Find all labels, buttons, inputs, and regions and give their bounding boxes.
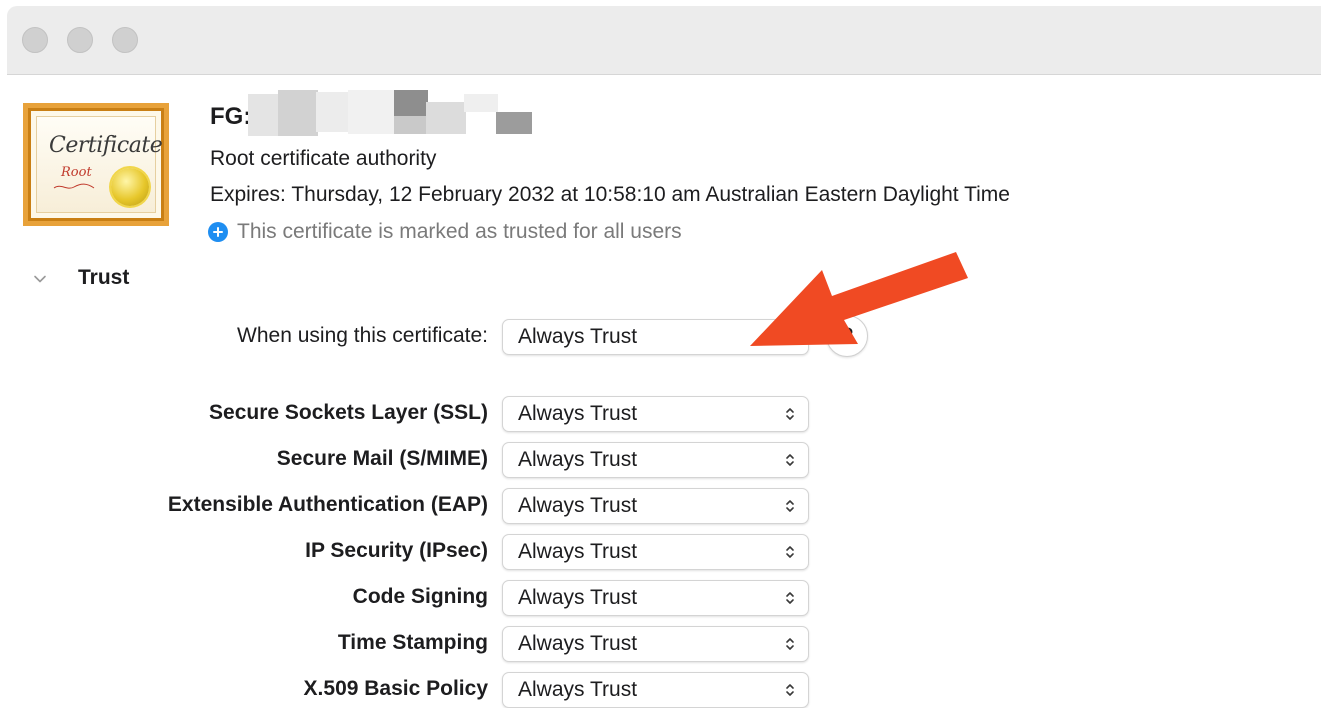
certificate-type: Root certificate authority — [210, 147, 437, 170]
trust-section-title: Trust — [78, 266, 130, 289]
certificate-expiry: Expires: Thursday, 12 February 2032 at 1… — [210, 183, 1010, 206]
policy-label: Time Stamping — [337, 631, 488, 654]
up-down-chevron-icon — [786, 638, 794, 650]
trust-status-text: This certificate is marked as trusted fo… — [237, 220, 682, 243]
close-window-button[interactable] — [22, 27, 48, 53]
policy-trust-select[interactable]: Always Trust — [502, 442, 809, 478]
policy-trust-select-value: Always Trust — [518, 494, 638, 517]
certificate-icon-root: Root — [61, 165, 92, 180]
redacted-name-block — [248, 90, 532, 138]
trust-section-toggle[interactable]: Trust — [32, 263, 129, 293]
trust-status-row: This certificate is marked as trusted fo… — [208, 219, 682, 245]
policy-trust-select[interactable]: Always Trust — [502, 580, 809, 616]
policy-trust-select-value: Always Trust — [518, 632, 638, 655]
policy-trust-select[interactable]: Always Trust — [502, 534, 809, 570]
up-down-chevron-icon — [786, 454, 794, 466]
up-down-chevron-icon — [786, 592, 794, 604]
up-down-chevron-icon — [786, 546, 794, 558]
when-using-select[interactable]: Always Trust — [502, 319, 809, 355]
policy-label: Code Signing — [352, 585, 488, 608]
certificate-flourish-icon — [53, 183, 95, 189]
policy-trust-select[interactable]: Always Trust — [502, 626, 809, 662]
policy-trust-select-value: Always Trust — [518, 402, 638, 425]
certificate-seal-icon — [111, 168, 149, 206]
plus-circle-icon — [208, 222, 228, 242]
minimize-window-button[interactable] — [67, 27, 93, 53]
when-using-select-value: Always Trust — [518, 325, 638, 348]
policy-label: Secure Mail (S/MIME) — [276, 447, 488, 470]
policy-trust-select-value: Always Trust — [518, 586, 638, 609]
certificate-icon-paper: Certificate Root — [36, 116, 163, 213]
help-button[interactable]: ? — [826, 315, 868, 357]
chevron-down-icon — [34, 275, 46, 283]
certificate-name: FG: — [210, 103, 252, 130]
certificate-icon: Certificate Root — [23, 103, 169, 226]
up-down-chevron-icon — [786, 408, 794, 420]
when-using-label: When using this certificate: — [237, 324, 488, 347]
policy-trust-select[interactable]: Always Trust — [502, 488, 809, 524]
policy-label: Secure Sockets Layer (SSL) — [209, 401, 488, 424]
policy-trust-select-value: Always Trust — [518, 448, 638, 471]
policy-trust-select-value: Always Trust — [518, 678, 638, 701]
policy-trust-select[interactable]: Always Trust — [502, 672, 809, 708]
policy-label: Extensible Authentication (EAP) — [167, 493, 488, 516]
up-down-chevron-icon — [786, 684, 794, 696]
policy-label: IP Security (IPsec) — [305, 539, 488, 562]
policy-trust-select-value: Always Trust — [518, 540, 638, 563]
policy-trust-select[interactable]: Always Trust — [502, 396, 809, 432]
certificate-icon-title: Certificate — [49, 133, 163, 158]
zoom-window-button[interactable] — [112, 27, 138, 53]
policy-label: X.509 Basic Policy — [303, 677, 488, 700]
up-down-chevron-icon — [786, 500, 794, 512]
title-bar — [7, 6, 1321, 75]
